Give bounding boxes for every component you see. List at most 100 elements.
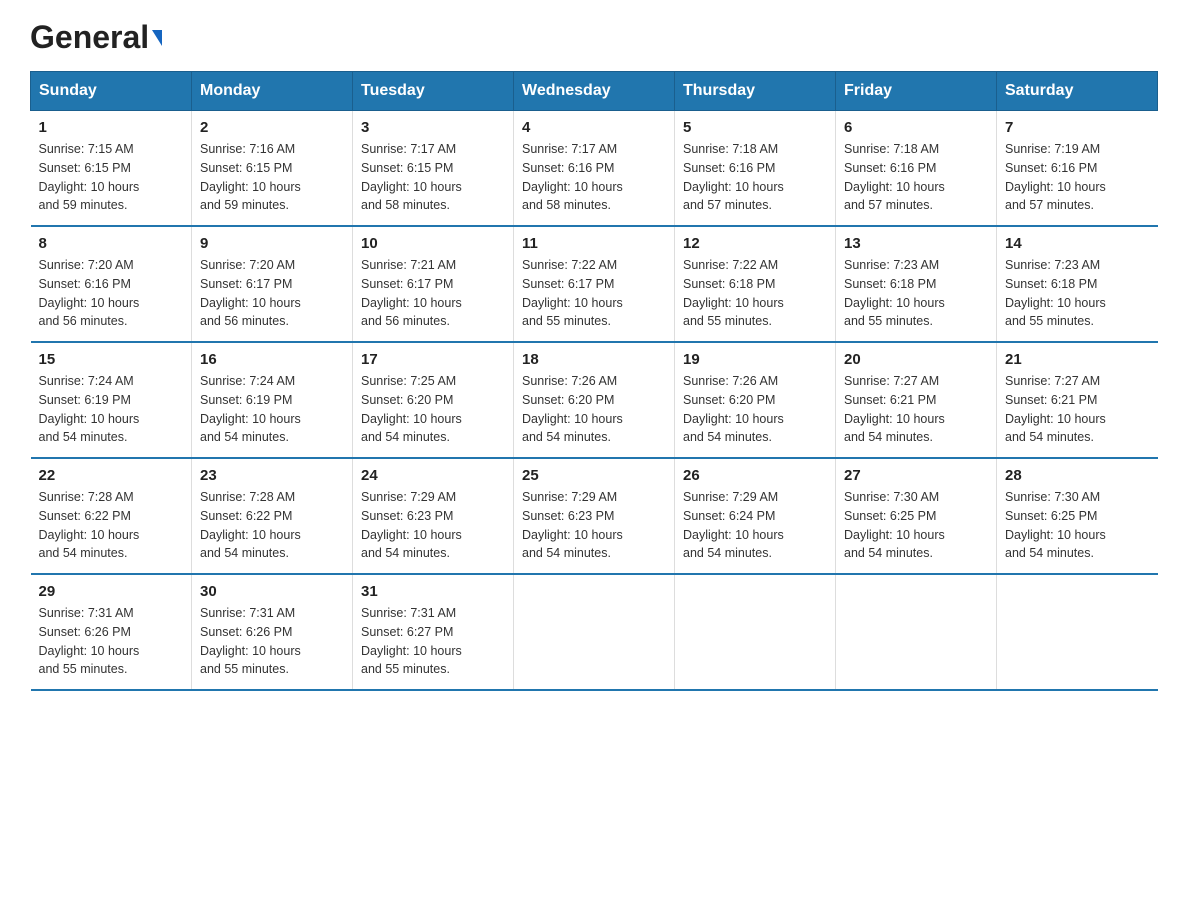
day-info: Sunrise: 7:28 AM Sunset: 6:22 PM Dayligh…	[39, 488, 184, 563]
day-info: Sunrise: 7:30 AM Sunset: 6:25 PM Dayligh…	[844, 488, 988, 563]
day-info: Sunrise: 7:17 AM Sunset: 6:16 PM Dayligh…	[522, 140, 666, 215]
calendar-week-row: 8 Sunrise: 7:20 AM Sunset: 6:16 PM Dayli…	[31, 226, 1158, 342]
day-number: 11	[522, 235, 666, 252]
day-info: Sunrise: 7:31 AM Sunset: 6:26 PM Dayligh…	[200, 604, 344, 679]
calendar-cell: 18 Sunrise: 7:26 AM Sunset: 6:20 PM Dayl…	[514, 342, 675, 458]
day-number: 17	[361, 351, 505, 368]
day-info: Sunrise: 7:30 AM Sunset: 6:25 PM Dayligh…	[1005, 488, 1150, 563]
day-number: 15	[39, 351, 184, 368]
day-info: Sunrise: 7:23 AM Sunset: 6:18 PM Dayligh…	[1005, 256, 1150, 331]
calendar-cell: 1 Sunrise: 7:15 AM Sunset: 6:15 PM Dayli…	[31, 111, 192, 227]
day-number: 14	[1005, 235, 1150, 252]
day-number: 18	[522, 351, 666, 368]
day-number: 12	[683, 235, 827, 252]
calendar-cell	[514, 574, 675, 690]
calendar-cell: 15 Sunrise: 7:24 AM Sunset: 6:19 PM Dayl…	[31, 342, 192, 458]
day-number: 19	[683, 351, 827, 368]
calendar-cell: 6 Sunrise: 7:18 AM Sunset: 6:16 PM Dayli…	[836, 111, 997, 227]
weekday-header-sunday: Sunday	[31, 72, 192, 111]
calendar-cell: 20 Sunrise: 7:27 AM Sunset: 6:21 PM Dayl…	[836, 342, 997, 458]
day-info: Sunrise: 7:27 AM Sunset: 6:21 PM Dayligh…	[1005, 372, 1150, 447]
day-info: Sunrise: 7:26 AM Sunset: 6:20 PM Dayligh…	[683, 372, 827, 447]
day-number: 5	[683, 119, 827, 136]
day-info: Sunrise: 7:17 AM Sunset: 6:15 PM Dayligh…	[361, 140, 505, 215]
weekday-header-thursday: Thursday	[675, 72, 836, 111]
calendar-week-row: 22 Sunrise: 7:28 AM Sunset: 6:22 PM Dayl…	[31, 458, 1158, 574]
day-info: Sunrise: 7:22 AM Sunset: 6:18 PM Dayligh…	[683, 256, 827, 331]
day-info: Sunrise: 7:18 AM Sunset: 6:16 PM Dayligh…	[844, 140, 988, 215]
calendar-cell: 4 Sunrise: 7:17 AM Sunset: 6:16 PM Dayli…	[514, 111, 675, 227]
logo-general-text: General	[30, 19, 149, 55]
day-info: Sunrise: 7:20 AM Sunset: 6:17 PM Dayligh…	[200, 256, 344, 331]
day-info: Sunrise: 7:24 AM Sunset: 6:19 PM Dayligh…	[200, 372, 344, 447]
calendar-cell	[675, 574, 836, 690]
calendar-cell: 17 Sunrise: 7:25 AM Sunset: 6:20 PM Dayl…	[353, 342, 514, 458]
day-info: Sunrise: 7:29 AM Sunset: 6:23 PM Dayligh…	[361, 488, 505, 563]
calendar-cell: 28 Sunrise: 7:30 AM Sunset: 6:25 PM Dayl…	[997, 458, 1158, 574]
day-number: 16	[200, 351, 344, 368]
logo: General	[30, 20, 162, 51]
calendar-cell: 31 Sunrise: 7:31 AM Sunset: 6:27 PM Dayl…	[353, 574, 514, 690]
day-info: Sunrise: 7:24 AM Sunset: 6:19 PM Dayligh…	[39, 372, 184, 447]
day-info: Sunrise: 7:31 AM Sunset: 6:26 PM Dayligh…	[39, 604, 184, 679]
day-number: 29	[39, 583, 184, 600]
calendar-table: SundayMondayTuesdayWednesdayThursdayFrid…	[30, 71, 1158, 691]
day-number: 23	[200, 467, 344, 484]
weekday-header-wednesday: Wednesday	[514, 72, 675, 111]
weekday-header-saturday: Saturday	[997, 72, 1158, 111]
day-info: Sunrise: 7:22 AM Sunset: 6:17 PM Dayligh…	[522, 256, 666, 331]
day-info: Sunrise: 7:27 AM Sunset: 6:21 PM Dayligh…	[844, 372, 988, 447]
weekday-header-monday: Monday	[192, 72, 353, 111]
calendar-cell: 13 Sunrise: 7:23 AM Sunset: 6:18 PM Dayl…	[836, 226, 997, 342]
day-info: Sunrise: 7:20 AM Sunset: 6:16 PM Dayligh…	[39, 256, 184, 331]
calendar-cell: 19 Sunrise: 7:26 AM Sunset: 6:20 PM Dayl…	[675, 342, 836, 458]
day-info: Sunrise: 7:23 AM Sunset: 6:18 PM Dayligh…	[844, 256, 988, 331]
day-info: Sunrise: 7:25 AM Sunset: 6:20 PM Dayligh…	[361, 372, 505, 447]
day-number: 27	[844, 467, 988, 484]
day-number: 9	[200, 235, 344, 252]
day-number: 21	[1005, 351, 1150, 368]
day-info: Sunrise: 7:31 AM Sunset: 6:27 PM Dayligh…	[361, 604, 505, 679]
calendar-cell: 27 Sunrise: 7:30 AM Sunset: 6:25 PM Dayl…	[836, 458, 997, 574]
day-info: Sunrise: 7:26 AM Sunset: 6:20 PM Dayligh…	[522, 372, 666, 447]
day-number: 7	[1005, 119, 1150, 136]
calendar-week-row: 1 Sunrise: 7:15 AM Sunset: 6:15 PM Dayli…	[31, 111, 1158, 227]
logo-arrow-icon	[152, 30, 162, 46]
day-number: 31	[361, 583, 505, 600]
calendar-cell: 30 Sunrise: 7:31 AM Sunset: 6:26 PM Dayl…	[192, 574, 353, 690]
calendar-cell: 2 Sunrise: 7:16 AM Sunset: 6:15 PM Dayli…	[192, 111, 353, 227]
calendar-cell	[997, 574, 1158, 690]
day-number: 10	[361, 235, 505, 252]
day-number: 1	[39, 119, 184, 136]
calendar-cell: 7 Sunrise: 7:19 AM Sunset: 6:16 PM Dayli…	[997, 111, 1158, 227]
day-number: 22	[39, 467, 184, 484]
day-number: 25	[522, 467, 666, 484]
day-number: 2	[200, 119, 344, 136]
day-number: 30	[200, 583, 344, 600]
day-number: 24	[361, 467, 505, 484]
weekday-header-friday: Friday	[836, 72, 997, 111]
calendar-cell: 26 Sunrise: 7:29 AM Sunset: 6:24 PM Dayl…	[675, 458, 836, 574]
calendar-cell: 10 Sunrise: 7:21 AM Sunset: 6:17 PM Dayl…	[353, 226, 514, 342]
calendar-cell	[836, 574, 997, 690]
calendar-cell: 3 Sunrise: 7:17 AM Sunset: 6:15 PM Dayli…	[353, 111, 514, 227]
day-info: Sunrise: 7:16 AM Sunset: 6:15 PM Dayligh…	[200, 140, 344, 215]
calendar-cell: 14 Sunrise: 7:23 AM Sunset: 6:18 PM Dayl…	[997, 226, 1158, 342]
day-number: 28	[1005, 467, 1150, 484]
day-info: Sunrise: 7:19 AM Sunset: 6:16 PM Dayligh…	[1005, 140, 1150, 215]
page-header: General	[30, 20, 1158, 51]
day-info: Sunrise: 7:29 AM Sunset: 6:24 PM Dayligh…	[683, 488, 827, 563]
day-number: 3	[361, 119, 505, 136]
calendar-cell: 8 Sunrise: 7:20 AM Sunset: 6:16 PM Dayli…	[31, 226, 192, 342]
calendar-cell: 9 Sunrise: 7:20 AM Sunset: 6:17 PM Dayli…	[192, 226, 353, 342]
day-info: Sunrise: 7:15 AM Sunset: 6:15 PM Dayligh…	[39, 140, 184, 215]
day-info: Sunrise: 7:18 AM Sunset: 6:16 PM Dayligh…	[683, 140, 827, 215]
day-number: 4	[522, 119, 666, 136]
calendar-cell: 12 Sunrise: 7:22 AM Sunset: 6:18 PM Dayl…	[675, 226, 836, 342]
calendar-week-row: 29 Sunrise: 7:31 AM Sunset: 6:26 PM Dayl…	[31, 574, 1158, 690]
day-info: Sunrise: 7:29 AM Sunset: 6:23 PM Dayligh…	[522, 488, 666, 563]
calendar-cell: 22 Sunrise: 7:28 AM Sunset: 6:22 PM Dayl…	[31, 458, 192, 574]
calendar-week-row: 15 Sunrise: 7:24 AM Sunset: 6:19 PM Dayl…	[31, 342, 1158, 458]
day-number: 26	[683, 467, 827, 484]
calendar-cell: 5 Sunrise: 7:18 AM Sunset: 6:16 PM Dayli…	[675, 111, 836, 227]
